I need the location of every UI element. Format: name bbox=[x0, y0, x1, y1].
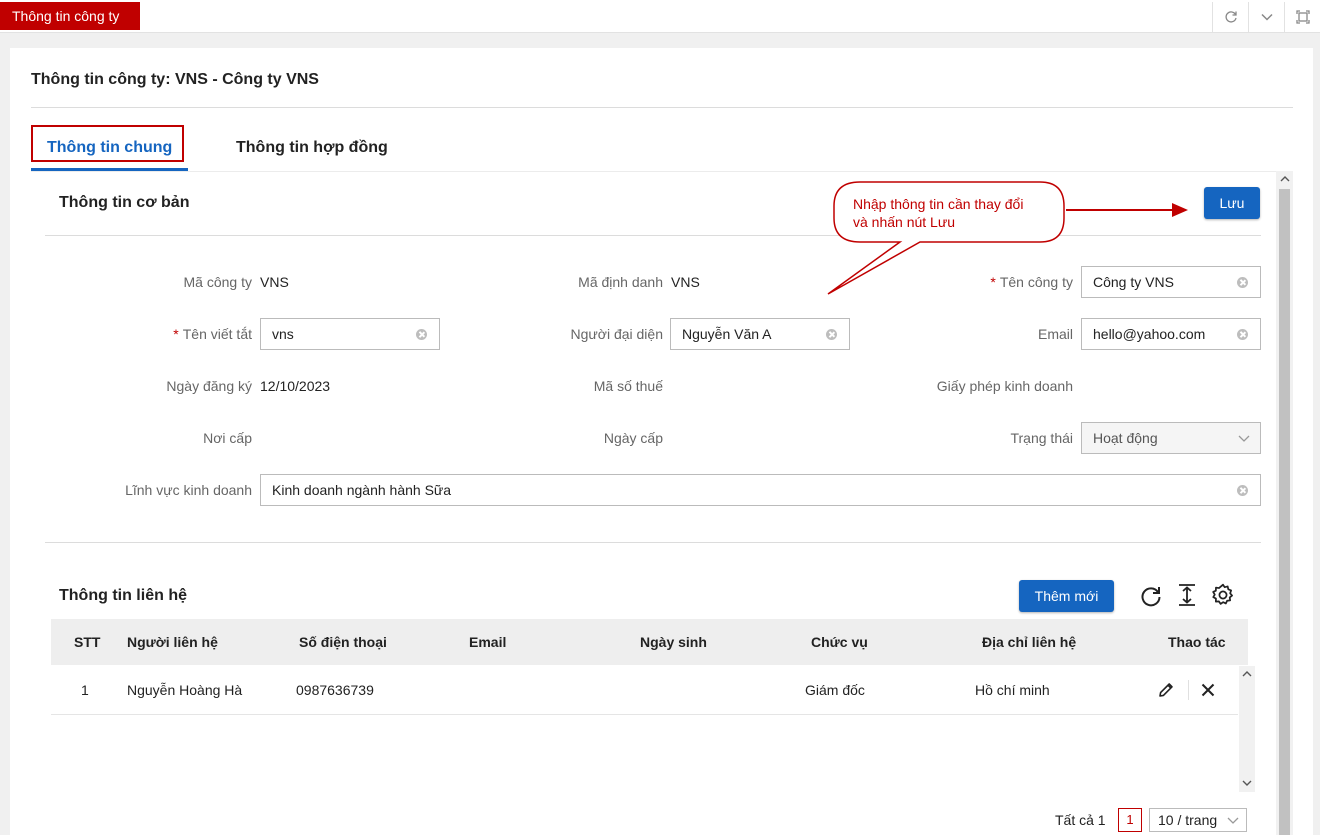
chevron-down-icon[interactable] bbox=[1248, 2, 1284, 32]
clear-icon[interactable] bbox=[826, 329, 837, 340]
page-title: Thông tin công ty: VNS - Công ty VNS bbox=[31, 71, 319, 88]
pagination-page-1[interactable]: 1 bbox=[1118, 808, 1142, 832]
add-contact-button[interactable]: Thêm mới bbox=[1019, 580, 1114, 612]
col-address: Địa chỉ liên hệ bbox=[982, 634, 1077, 650]
email-label: Email bbox=[1037, 326, 1073, 342]
required-mark: * bbox=[990, 274, 996, 290]
close-icon[interactable] bbox=[1201, 683, 1215, 697]
top-tools bbox=[1212, 2, 1320, 32]
callout-text: Nhập thông tin cần thay đổi và nhấn nút … bbox=[853, 195, 1023, 231]
callout-line-1: Nhập thông tin cần thay đổi bbox=[853, 196, 1024, 212]
col-email: Email bbox=[469, 634, 507, 650]
scrollbar-thumb[interactable] bbox=[1279, 189, 1290, 835]
title-divider bbox=[31, 107, 1293, 108]
representative-label: Người đại diện bbox=[570, 326, 664, 342]
contacts-title: Thông tin liên hệ bbox=[59, 587, 187, 604]
short-name-value: vns bbox=[272, 326, 294, 342]
pagination-total: Tất cả 1 bbox=[1055, 812, 1106, 828]
page-tab[interactable]: Thông tin công ty bbox=[0, 2, 140, 30]
issue-place-label: Nơi cấp bbox=[203, 430, 252, 446]
tab-contract-info[interactable]: Thông tin hợp đồng bbox=[236, 139, 388, 157]
business-field-input[interactable]: Kinh doanh ngành hành Sữa bbox=[260, 474, 1261, 506]
tab-general-info[interactable]: Thông tin chung bbox=[47, 139, 172, 157]
scroll-up-icon[interactable] bbox=[1242, 670, 1252, 678]
row-position: Giám đốc bbox=[805, 682, 865, 698]
clear-icon[interactable] bbox=[1237, 329, 1248, 340]
status-select[interactable]: Hoạt động bbox=[1081, 422, 1261, 454]
identifier-label: Mã định danh bbox=[578, 274, 663, 290]
row-phone: 0987636739 bbox=[296, 682, 374, 698]
scroll-down-icon[interactable] bbox=[1242, 779, 1252, 787]
business-license-label: Giấy phép kinh doanh bbox=[936, 378, 1073, 394]
tabs-divider bbox=[31, 171, 1276, 172]
gear-icon[interactable] bbox=[1210, 582, 1236, 608]
row-stt: 1 bbox=[81, 682, 89, 698]
refresh-icon[interactable] bbox=[1212, 2, 1248, 32]
status-label: Trạng thái bbox=[1010, 430, 1073, 446]
company-code-value: VNS bbox=[260, 274, 289, 290]
maximize-icon[interactable] bbox=[1284, 2, 1320, 32]
row-address: Hồ chí minh bbox=[975, 682, 1050, 698]
table-scrollbar[interactable] bbox=[1239, 666, 1255, 792]
short-name-label: * Tên viết tắt bbox=[173, 326, 252, 342]
email-value: hello@yahoo.com bbox=[1093, 326, 1206, 342]
top-bar: Thông tin công ty bbox=[0, 0, 1320, 33]
callout-line-2: và nhấn nút Lưu bbox=[853, 214, 956, 230]
company-name-value: Công ty VNS bbox=[1093, 274, 1174, 290]
issue-date-label: Ngày cấp bbox=[603, 430, 663, 446]
company-name-label: * Tên công ty bbox=[990, 274, 1073, 290]
representative-value: Nguyễn Văn A bbox=[682, 326, 772, 342]
short-name-field[interactable]: vns bbox=[260, 318, 440, 350]
col-position: Chức vụ bbox=[811, 634, 868, 650]
email-field[interactable]: hello@yahoo.com bbox=[1081, 318, 1261, 350]
col-contact-person: Người liên hệ bbox=[127, 634, 218, 650]
section-divider bbox=[45, 542, 1261, 543]
col-phone: Số điện thoại bbox=[299, 634, 387, 650]
business-field-label: Lĩnh vực kinh doanh bbox=[125, 482, 252, 498]
registration-date-value: 12/10/2023 bbox=[260, 378, 331, 394]
required-mark: * bbox=[173, 326, 179, 342]
action-divider bbox=[1188, 680, 1189, 700]
page-size-select[interactable]: 10 / trang bbox=[1149, 808, 1247, 832]
chevron-down-icon bbox=[1227, 817, 1239, 824]
clear-icon[interactable] bbox=[1237, 277, 1248, 288]
chevron-down-icon bbox=[1238, 435, 1250, 442]
row-contact-name: Nguyễn Hoàng Hà bbox=[127, 682, 243, 698]
representative-field[interactable]: Nguyễn Văn A bbox=[670, 318, 850, 350]
clear-icon[interactable] bbox=[1237, 485, 1248, 496]
col-birthday: Ngày sinh bbox=[640, 634, 707, 650]
company-name-field[interactable]: Công ty VNS bbox=[1081, 266, 1261, 298]
clear-icon[interactable] bbox=[416, 329, 427, 340]
registration-date-label: Ngày đăng ký bbox=[166, 378, 252, 394]
short-name-label-text: Tên viết tắt bbox=[182, 326, 252, 342]
company-name-label-text: Tên công ty bbox=[999, 274, 1073, 290]
reload-icon[interactable] bbox=[1139, 584, 1163, 608]
column-height-icon[interactable] bbox=[1175, 583, 1199, 607]
basic-info-title: Thông tin cơ bản bbox=[59, 194, 190, 211]
identifier-value: VNS bbox=[671, 274, 700, 290]
col-stt: STT bbox=[74, 634, 101, 650]
scroll-up-icon[interactable] bbox=[1280, 175, 1290, 183]
company-code-label: Mã công ty bbox=[183, 274, 252, 290]
table-row-divider bbox=[51, 714, 1238, 715]
business-field-value: Kinh doanh ngành hành Sữa bbox=[272, 482, 452, 498]
page-size-value: 10 / trang bbox=[1158, 812, 1218, 828]
tax-code-label: Mã số thuế bbox=[593, 378, 663, 394]
col-actions: Thao tác bbox=[1168, 634, 1226, 650]
status-value: Hoạt động bbox=[1093, 430, 1158, 446]
edit-icon[interactable] bbox=[1157, 681, 1175, 699]
